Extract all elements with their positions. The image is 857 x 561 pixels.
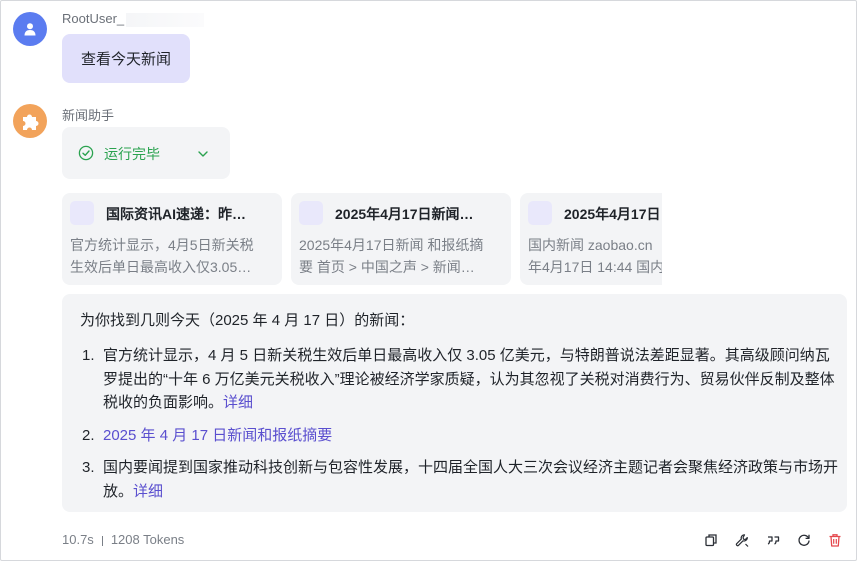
source-card-desc: 2025年4月17日新闻 和报纸摘 要 首页 > 中国之声 > 新闻… xyxy=(299,234,503,278)
run-status-text: 运行完毕 xyxy=(104,146,160,162)
quote-icon xyxy=(767,536,779,545)
source-cards: 国际资讯AI速递：昨… 官方统计显示，4月5日新关税 生效后单日最高收入仅3.0… xyxy=(62,193,662,285)
person-icon xyxy=(24,23,36,36)
favicon-icon xyxy=(70,201,94,225)
source-card-title: 2025年4月17日新闻… xyxy=(335,206,474,222)
source-card-desc-line: 国内新闻 zaobao.cn xyxy=(528,237,653,253)
redacted-name xyxy=(126,12,205,27)
user-avatar xyxy=(13,12,47,46)
user-message-text: 查看今天新闻 xyxy=(80,51,171,68)
source-card-desc-line: 要 首页 > 中国之声 > 新闻… xyxy=(299,259,475,275)
copy-icon xyxy=(705,534,717,547)
source-card-title: 2025年4月17日 xyxy=(564,206,661,222)
source-card-desc-line: 官方统计显示，4月5日新关税 xyxy=(70,237,254,253)
trash-icon xyxy=(829,533,841,547)
user-message-bubble: 查看今天新闻 xyxy=(62,34,190,83)
source-card-desc-line: 2025年4月17日新闻 和报纸摘 xyxy=(299,237,484,253)
news-summary-link[interactable]: 2025 年 4 月 17 日新闻和报纸摘要 xyxy=(103,427,332,444)
news-item: 2. 2025 年 4 月 17 日新闻和报纸摘要 xyxy=(80,424,838,448)
chat-window: RootUser_ 查看今天新闻 新闻助手 运行完毕 国际资讯AI速递：昨… 官… xyxy=(0,0,857,561)
news-item: 1. 官方统计显示，4 月 5 日新关税生效后单日最高收入仅 3.05 亿美元，… xyxy=(80,344,838,415)
user-name: RootUser_ xyxy=(62,11,205,27)
assistant-name: 新闻助手 xyxy=(62,108,115,123)
regenerate-button[interactable] xyxy=(794,531,814,549)
chevron-down-icon[interactable] xyxy=(196,147,210,161)
source-card-desc: 国内新闻 zaobao.cn 年4月17日 14:44 国内 xyxy=(528,234,662,278)
puzzle-icon xyxy=(23,114,39,130)
source-card[interactable]: 国际资讯AI速递：昨… 官方统计显示，4月5日新关税 生效后单日最高收入仅3.0… xyxy=(62,193,282,285)
news-item-text: 国内要闻提到国家推动科技创新与包容性发展，十四届全国人大三次会议经济主题记者会聚… xyxy=(103,459,839,500)
favicon-icon xyxy=(528,201,552,225)
source-card-desc-line: 年4月17日 14:44 国内 xyxy=(528,259,662,275)
source-card-desc: 官方统计显示，4月5日新关税 生效后单日最高收入仅3.05… xyxy=(70,234,274,278)
token-count: 1208 Tokens xyxy=(110,532,185,547)
news-item-text: 官方统计显示，4 月 5 日新关税生效后单日最高收入仅 3.05 亿美元，与特朗… xyxy=(103,347,835,411)
debug-button[interactable] xyxy=(732,531,752,549)
wrench-icon xyxy=(735,533,748,547)
answer-intro: 为你找到几则今天（2025 年 4 月 17 日）的新闻： xyxy=(80,312,415,329)
news-list: 1. 官方统计显示，4 月 5 日新关税生效后单日最高收入仅 3.05 亿美元，… xyxy=(80,344,838,512)
favicon-icon xyxy=(299,201,323,225)
detail-link[interactable]: 详细 xyxy=(133,483,163,500)
message-actions xyxy=(701,531,845,549)
source-card[interactable]: 2025年4月17日新闻… 2025年4月17日新闻 和报纸摘 要 首页 > 中… xyxy=(291,193,511,285)
quote-button[interactable] xyxy=(763,531,783,549)
assistant-answer: 为你找到几则今天（2025 年 4 月 17 日）的新闻： 1. 官方统计显示，… xyxy=(62,294,847,512)
news-item-number: 1. xyxy=(82,347,95,364)
copy-button[interactable] xyxy=(701,531,721,549)
meta-divider xyxy=(101,535,103,546)
news-item: 3. 国内要闻提到国家推动科技创新与包容性发展，十四届全国人大三次会议经济主题记… xyxy=(80,456,838,503)
user-name-text: RootUser_ xyxy=(62,11,125,26)
source-card-title: 国际资讯AI速递：昨… xyxy=(106,206,246,222)
detail-link[interactable]: 详细 xyxy=(223,394,253,411)
news-item-number: 3. xyxy=(82,459,95,476)
source-card[interactable]: 2025年4月17日 国内新闻 zaobao.cn 年4月17日 14:44 国… xyxy=(520,193,662,285)
assistant-avatar xyxy=(13,104,47,138)
refresh-icon xyxy=(798,534,810,546)
news-item-number: 2. xyxy=(82,426,95,444)
source-card-desc-line: 生效后单日最高收入仅3.05… xyxy=(70,259,252,275)
response-time: 10.7s xyxy=(62,532,94,547)
delete-button[interactable] xyxy=(825,531,845,549)
run-status-toggle[interactable]: 运行完毕 xyxy=(62,127,230,179)
response-meta: 10.7s 1208 Tokens xyxy=(62,532,184,547)
check-circle-icon xyxy=(78,145,94,161)
